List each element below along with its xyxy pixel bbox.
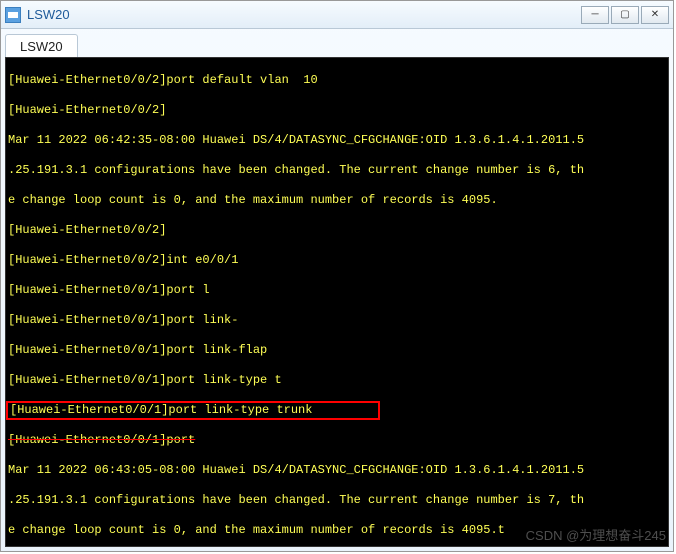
app-window: LSW20 ─ ▢ ✕ LSW20 [Huawei-Ethernet0/0/2]…: [0, 0, 674, 552]
window-controls: ─ ▢ ✕: [581, 6, 669, 24]
term-line: e change loop count is 0, and the maximu…: [6, 193, 668, 208]
close-button[interactable]: ✕: [641, 6, 669, 24]
tab-bar: LSW20: [1, 29, 673, 57]
title-bar[interactable]: LSW20 ─ ▢ ✕: [1, 1, 673, 29]
maximize-button[interactable]: ▢: [611, 6, 639, 24]
term-line: [Huawei-Ethernet0/0/1]port link-flap: [6, 343, 668, 358]
term-line: [Huawei-Ethernet0/0/2]int e0/0/1: [6, 253, 668, 268]
minimize-button[interactable]: ─: [581, 6, 609, 24]
terminal-output[interactable]: [Huawei-Ethernet0/0/2]port default vlan …: [5, 57, 669, 547]
term-line: Mar 11 2022 06:43:05-08:00 Huawei DS/4/D…: [6, 463, 668, 478]
term-line: Mar 11 2022 06:42:35-08:00 Huawei DS/4/D…: [6, 133, 668, 148]
term-line: [Huawei-Ethernet0/0/1]port: [6, 433, 668, 448]
term-line: [Huawei-Ethernet0/0/2]: [6, 103, 668, 118]
term-line: [Huawei-Ethernet0/0/1]port link-type tru…: [6, 403, 668, 418]
term-line: .25.191.3.1 configurations have been cha…: [6, 493, 668, 508]
cmd-port-link-type-trunk: [Huawei-Ethernet0/0/1]port link-type tru…: [10, 403, 312, 417]
term-line: .25.191.3.1 configurations have been cha…: [6, 163, 668, 178]
term-line: [Huawei-Ethernet0/0/1]port link-: [6, 313, 668, 328]
tab-lsw20[interactable]: LSW20: [5, 34, 78, 57]
term-line: [Huawei-Ethernet0/0/1]port link-type t: [6, 373, 668, 388]
term-line: [Huawei-Ethernet0/0/2]port default vlan …: [6, 73, 668, 88]
term-line: [Huawei-Ethernet0/0/2]: [6, 223, 668, 238]
app-icon: [5, 7, 21, 23]
term-line: [Huawei-Ethernet0/0/1]port l: [6, 283, 668, 298]
window-title: LSW20: [27, 7, 575, 22]
watermark: CSDN @为理想奋斗245: [526, 525, 666, 544]
